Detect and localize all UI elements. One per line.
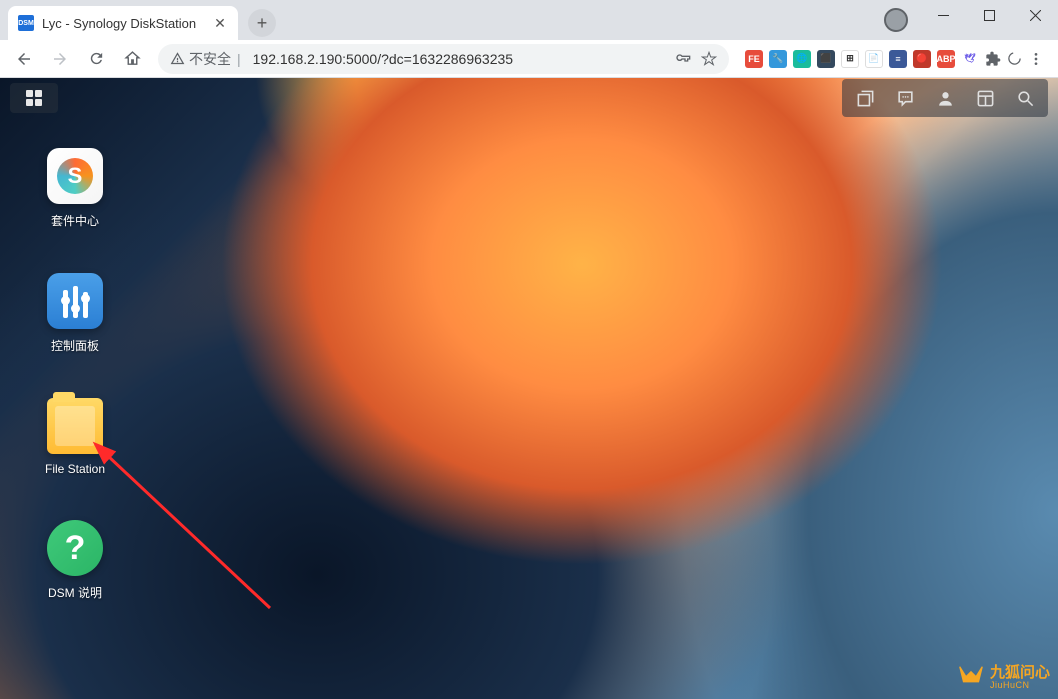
desktop-icon-label: 控制面板 — [51, 337, 99, 354]
extensions-area: FE 🔧 🌐 ⬛ ⊞ 📄 ≡ 🔴 ABP 🕊 — [739, 50, 1050, 68]
extension-icon[interactable]: 🌐 — [793, 50, 811, 68]
extension-icon[interactable]: FE — [745, 50, 763, 68]
desktop-icon-label: DSM 说明 — [48, 584, 102, 601]
extension-icon[interactable]: ABP — [937, 50, 955, 68]
desktop-icon-file-station[interactable]: File Station — [30, 398, 120, 476]
back-button[interactable] — [8, 43, 40, 75]
desktop-icons: 套件中心 控制面板 File Station ? DSM 说明 — [30, 148, 120, 601]
watermark-text-cn: 九狐问心 — [990, 665, 1050, 682]
extension-icon[interactable]: 📄 — [865, 50, 883, 68]
widget-button[interactable] — [845, 82, 885, 114]
desktop-icon-dsm-help[interactable]: ? DSM 说明 — [30, 520, 120, 601]
dsm-help-icon: ? — [47, 520, 103, 576]
download-progress-icon[interactable] — [1007, 51, 1022, 66]
watermark-text-en: JiuHuCN — [990, 681, 1050, 691]
address-bar[interactable]: 不安全 | 192.168.2.190:5000/?dc=16322869632… — [158, 44, 729, 74]
notifications-button[interactable] — [885, 82, 925, 114]
chrome-profile-avatar[interactable] — [884, 8, 908, 32]
desktop-icon-label: 套件中心 — [51, 212, 99, 229]
control-panel-icon — [47, 273, 103, 329]
extension-icon[interactable]: 🔴 — [913, 50, 931, 68]
close-window-button[interactable] — [1012, 0, 1058, 30]
extensions-puzzle-icon[interactable] — [985, 51, 1001, 67]
home-button[interactable] — [116, 43, 148, 75]
new-tab-button[interactable]: + — [248, 9, 276, 37]
search-button[interactable] — [1005, 82, 1045, 114]
bookmark-star-icon[interactable] — [701, 51, 717, 67]
user-button[interactable] — [925, 82, 965, 114]
wallpaper — [0, 78, 1058, 699]
fox-icon — [956, 663, 986, 693]
url-text: 192.168.2.190:5000/?dc=1632286963235 — [253, 51, 675, 67]
desktop-icon-package-center[interactable]: 套件中心 — [30, 148, 120, 229]
browser-titlebar: DSM Lyc - Synology DiskStation ✕ + — [0, 0, 1058, 40]
reload-button[interactable] — [80, 43, 112, 75]
apps-grid-icon — [26, 90, 42, 106]
watermark: 九狐问心 JiuHuCN — [956, 663, 1050, 693]
warning-icon — [170, 51, 185, 66]
tab-favicon: DSM — [18, 15, 34, 31]
tab-title: Lyc - Synology DiskStation — [42, 16, 212, 31]
extension-icon[interactable]: 🔧 — [769, 50, 787, 68]
browser-toolbar: 不安全 | 192.168.2.190:5000/?dc=16322869632… — [0, 40, 1058, 78]
minimize-button[interactable] — [920, 0, 966, 30]
chrome-menu-icon[interactable] — [1028, 51, 1044, 67]
tab-close-button[interactable]: ✕ — [212, 15, 228, 31]
dsm-taskbar — [0, 78, 1058, 118]
extension-icon[interactable]: ≡ — [889, 50, 907, 68]
extension-icon[interactable]: 🕊 — [961, 50, 979, 68]
desktop-icon-label: File Station — [45, 462, 105, 476]
forward-button[interactable] — [44, 43, 76, 75]
file-station-icon — [47, 398, 103, 454]
security-label: 不安全 — [189, 49, 231, 69]
browser-tab[interactable]: DSM Lyc - Synology DiskStation ✕ — [8, 6, 238, 40]
dashboard-button[interactable] — [965, 82, 1005, 114]
desktop-icon-control-panel[interactable]: 控制面板 — [30, 273, 120, 354]
window-controls — [920, 0, 1058, 30]
key-icon[interactable] — [675, 51, 691, 67]
extension-icon[interactable]: ⬛ — [817, 50, 835, 68]
maximize-button[interactable] — [966, 0, 1012, 30]
package-center-icon — [47, 148, 103, 204]
security-indicator[interactable]: 不安全 | — [170, 49, 243, 69]
extension-icon[interactable]: ⊞ — [841, 50, 859, 68]
main-menu-button[interactable] — [10, 83, 58, 113]
dsm-desktop: 套件中心 控制面板 File Station ? DSM 说明 九狐问心 Jiu… — [0, 78, 1058, 699]
